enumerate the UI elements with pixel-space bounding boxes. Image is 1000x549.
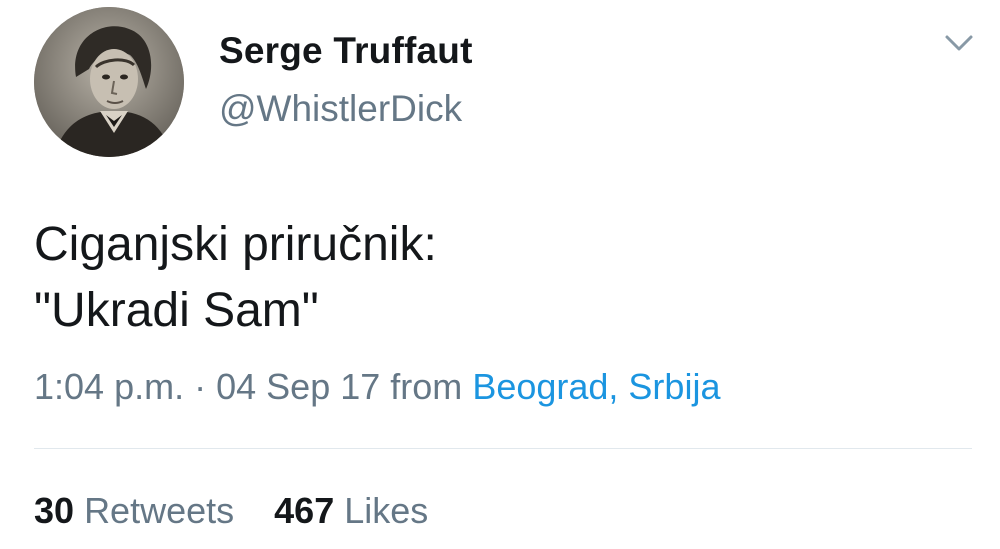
tweet-location-link[interactable]: Beograd, Srbija bbox=[472, 366, 720, 407]
likes-label: Likes bbox=[344, 490, 429, 531]
tweet-card: Serge Truffaut @WhistlerDick Ciganjski p… bbox=[0, 0, 1000, 549]
retweets-label: Retweets bbox=[84, 490, 235, 531]
from-label: from bbox=[390, 366, 463, 407]
tweet-date[interactable]: 04 Sep 17 bbox=[216, 366, 380, 407]
tweet-meta: 1:04 p.m. · 04 Sep 17 from Beograd, Srbi… bbox=[34, 366, 720, 408]
author-avatar[interactable] bbox=[34, 7, 184, 157]
portrait-avatar-icon bbox=[34, 7, 184, 157]
likes-stat[interactable]: 467 Likes bbox=[274, 490, 428, 532]
author-display-name[interactable]: Serge Truffaut bbox=[219, 30, 473, 72]
divider bbox=[34, 448, 972, 449]
author-handle[interactable]: @WhistlerDick bbox=[219, 88, 462, 130]
tweet-text-line: Ciganjski priručnik: bbox=[34, 218, 437, 271]
retweets-stat[interactable]: 30 Retweets bbox=[34, 490, 234, 532]
tweet-text: Ciganjski priručnik: "Ukradi Sam" bbox=[34, 212, 437, 344]
tweet-menu-button[interactable] bbox=[939, 28, 979, 58]
tweet-time[interactable]: 1:04 p.m. bbox=[34, 366, 184, 407]
retweets-count: 30 bbox=[34, 490, 75, 531]
tweet-text-line: "Ukradi Sam" bbox=[34, 284, 319, 337]
meta-separator: · bbox=[194, 366, 207, 407]
tweet-stats: 30 Retweets 467 Likes bbox=[34, 490, 428, 532]
chevron-down-icon bbox=[945, 35, 973, 51]
likes-count: 467 bbox=[274, 490, 335, 531]
